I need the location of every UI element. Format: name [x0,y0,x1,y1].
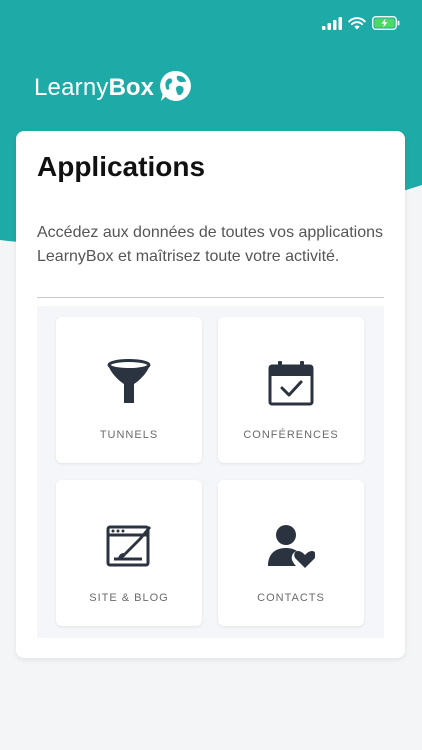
tile-tunnels[interactable]: TUNNELS [56,317,202,463]
status-bar [322,14,400,32]
divider [37,297,384,298]
user-heart-icon [267,522,316,570]
tile-label: CONTACTS [257,592,325,604]
cellular-signal-icon [322,16,342,30]
tile-contacts[interactable]: CONTACTS [218,480,364,626]
tile-site-blog[interactable]: SITE & BLOG [56,480,202,626]
logo-text-bold: Box [108,74,154,101]
page-description: Accédez aux données de toutes vos applic… [37,224,384,265]
wifi-icon [348,16,366,29]
funnel-icon [105,359,153,407]
tile-label: CONFÉRENCES [243,429,339,441]
battery-charging-icon [372,16,400,30]
tile-label: SITE & BLOG [89,592,169,604]
calendar-check-icon [267,359,315,407]
tile-conferences[interactable]: CONFÉRENCES [218,317,364,463]
applications-grid: TUNNELS CONFÉRENCES SITE & BLOG CONTACTS [37,306,384,638]
page-title: Applications [37,151,206,182]
tile-label: TUNNELS [99,429,159,441]
learnybox-logo: Learny Box [34,70,193,106]
website-edit-icon [105,522,153,570]
logo-text-light: Learny [34,74,109,101]
globe-chat-icon [159,69,193,108]
applications-card: Applications Accédez aux données de tout… [16,131,405,658]
